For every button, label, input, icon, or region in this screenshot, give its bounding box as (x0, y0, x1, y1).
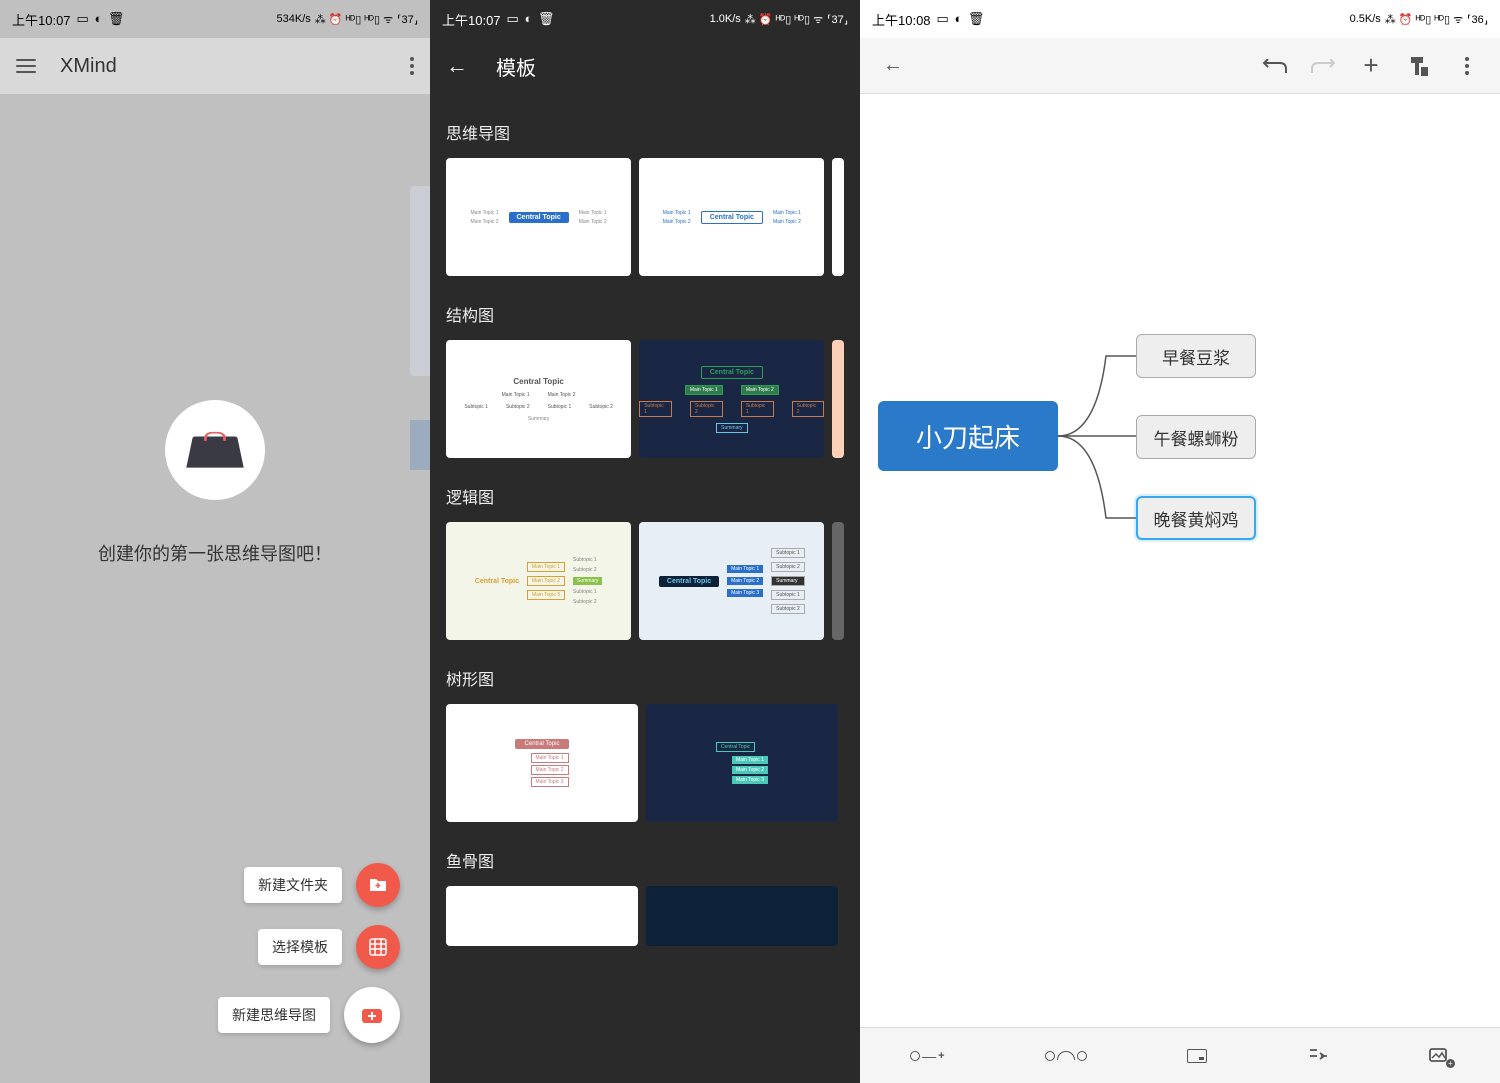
fab-template-button[interactable] (356, 925, 400, 969)
relationship-icon[interactable] (1045, 1051, 1087, 1061)
child-node-3-selected[interactable]: 晚餐黄焖鸡 (1136, 496, 1256, 540)
add-subtopic-icon[interactable]: —+ (910, 1048, 944, 1064)
section-mindmap: 思维导图 Main Topic 1Main Topic 2 Central To… (446, 120, 844, 276)
status-notif-icons: ▭ ◐ 🗑 (937, 11, 986, 27)
back-icon[interactable]: ← (446, 53, 468, 79)
status-battery: ⸢37⸥ (827, 13, 848, 26)
template-logic-2[interactable]: Central Topic Main Topic 1 Main Topic 2 … (639, 522, 824, 640)
templates-title: 模板 (496, 52, 536, 81)
template-tree-1[interactable]: Central Topic Main Topic 1 Main Topic 2 … (446, 704, 638, 822)
section-title: 鱼骨图 (446, 848, 844, 872)
editor-toolbar: ← + (860, 38, 1500, 94)
central-topic-node[interactable]: 小刀起床 (878, 401, 1058, 471)
fab-template-label: 选择模板 (258, 929, 342, 965)
template-list[interactable]: 思维导图 Main Topic 1Main Topic 2 Central To… (430, 94, 860, 1083)
home-screen: 上午10:07 ▭ ◐ 🗑 534K/s ⁂ ⏰ ᴴᴰ▯ ᴴᴰ▯ ᯤ ⸢37⸥ … (0, 0, 430, 1083)
child-node-1[interactable]: 早餐豆浆 (1136, 334, 1256, 378)
fab-new-folder-button[interactable] (356, 863, 400, 907)
status-speed: 0.5K/s (1350, 13, 1381, 25)
status-speed: 534K/s (277, 13, 311, 25)
status-time: 上午10:07 (442, 10, 501, 29)
status-notif-icons: ▭ ◐ 🗑 (77, 11, 126, 27)
template-tree-2[interactable]: Central Topic Main Topic 1 Main Topic 2 … (646, 704, 838, 822)
menu-icon[interactable] (16, 59, 36, 73)
attach-icon[interactable]: + (1428, 1047, 1450, 1065)
section-title: 思维导图 (446, 120, 844, 144)
grid-icon (369, 938, 387, 956)
template-structure-3-peek[interactable] (832, 340, 844, 458)
template-fishbone-1[interactable] (446, 886, 638, 946)
app-title: XMind (60, 55, 386, 78)
section-fishbone: 鱼骨图 (446, 848, 844, 946)
mindmap-canvas[interactable]: 小刀起床 早餐豆浆 午餐螺蛳粉 晚餐黄焖鸡 (860, 94, 1500, 1027)
template-structure-1[interactable]: Central Topic Main Topic 1Main Topic 2 S… (446, 340, 631, 458)
back-icon[interactable]: ← (874, 54, 912, 77)
status-battery: ⸢36⸥ (1467, 13, 1488, 26)
section-title: 结构图 (446, 302, 844, 326)
fab-new-mindmap-label: 新建思维导图 (218, 997, 330, 1033)
status-system-icons: ⁂ ⏰ ᴴᴰ▯ ᴴᴰ▯ ᯤ (745, 12, 823, 27)
template-structure-2[interactable]: Central Topic Main Topic 1Main Topic 2 S… (639, 340, 824, 458)
template-logic-3-peek[interactable] (832, 522, 844, 640)
editor-screen: 上午10:08 ▭ ◐ 🗑 0.5K/s ⁂ ⏰ ᴴᴰ▯ ᴴᴰ▯ ᯤ ⸢36⸥ … (860, 0, 1500, 1083)
bg-peek-card (410, 186, 430, 376)
child-node-2[interactable]: 午餐螺蛳粉 (1136, 415, 1256, 459)
status-bar: 上午10:07 ▭ ◐ 🗑 1.0K/s ⁂ ⏰ ᴴᴰ▯ ᴴᴰ▯ ᯤ ⸢37⸥ (430, 0, 860, 38)
status-speed: 1.0K/s (710, 13, 741, 25)
fab-new-folder-label: 新建文件夹 (244, 867, 342, 903)
status-time: 上午10:08 (872, 10, 931, 29)
format-icon[interactable] (1400, 55, 1438, 77)
templates-toolbar: ← 模板 (430, 38, 860, 94)
status-bar: 上午10:07 ▭ ◐ 🗑 534K/s ⁂ ⏰ ᴴᴰ▯ ᴴᴰ▯ ᯤ ⸢37⸥ (0, 0, 430, 38)
section-title: 逻辑图 (446, 484, 844, 508)
boundary-icon[interactable] (1187, 1049, 1207, 1063)
empty-state-text: 创建你的第一张思维导图吧！ (98, 540, 332, 566)
status-time: 上午10:07 (12, 10, 71, 29)
section-tree: 树形图 Central Topic Main Topic 1 Main Topi… (446, 666, 844, 822)
app-toolbar: XMind (0, 38, 430, 94)
more-icon[interactable] (1448, 57, 1486, 75)
empty-state-icon (165, 400, 265, 500)
redo-icon[interactable] (1304, 59, 1342, 73)
plus-box-icon (361, 1006, 383, 1024)
add-icon[interactable]: + (1352, 50, 1390, 81)
empty-state: 创建你的第一张思维导图吧！ (0, 400, 430, 566)
template-fishbone-2[interactable] (646, 886, 838, 946)
section-title: 树形图 (446, 666, 844, 690)
editor-bottom-bar: —+ + (860, 1027, 1500, 1083)
undo-icon[interactable] (1256, 59, 1294, 73)
status-system-icons: ⁂ ⏰ ᴴᴰ▯ ᴴᴰ▯ ᯤ (315, 12, 393, 27)
status-battery: ⸢37⸥ (397, 13, 418, 26)
template-mindmap-2[interactable]: Main Topic 1Main Topic 2 Central Topic M… (639, 158, 824, 276)
status-system-icons: ⁂ ⏰ ᴴᴰ▯ ᴴᴰ▯ ᯤ (1385, 12, 1463, 27)
templates-screen: 上午10:07 ▭ ◐ 🗑 1.0K/s ⁂ ⏰ ᴴᴰ▯ ᴴᴰ▯ ᯤ ⸢37⸥ … (430, 0, 860, 1083)
template-mindmap-1[interactable]: Main Topic 1Main Topic 2 Central Topic M… (446, 158, 631, 276)
more-icon[interactable] (410, 57, 414, 75)
status-bar: 上午10:08 ▭ ◐ 🗑 0.5K/s ⁂ ⏰ ᴴᴰ▯ ᴴᴰ▯ ᯤ ⸢36⸥ (860, 0, 1500, 38)
fab-new-mindmap-button[interactable] (344, 987, 400, 1043)
folder-plus-icon (368, 877, 388, 893)
template-mindmap-3-peek[interactable] (832, 158, 844, 276)
indent-icon[interactable] (1308, 1047, 1328, 1065)
template-logic-1[interactable]: Central Topic Main Topic 1 Main Topic 2 … (446, 522, 631, 640)
fab-menu: 新建文件夹 选择模板 新建思维导图 (218, 863, 400, 1043)
template-central-label: Central Topic (509, 212, 569, 223)
status-notif-icons: ▭ ◐ 🗑 (507, 11, 556, 27)
section-logic: 逻辑图 Central Topic Main Topic 1 Main Topi… (446, 484, 844, 640)
section-structure: 结构图 Central Topic Main Topic 1Main Topic… (446, 302, 844, 458)
